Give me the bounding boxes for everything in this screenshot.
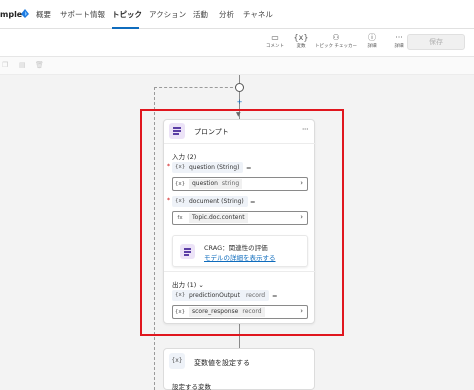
comment-button[interactable]: ▭ コメント (264, 32, 286, 49)
set-variable-title: 変数値を設定する (194, 359, 250, 367)
variables-button[interactable]: {x} 変数 (290, 32, 312, 49)
save-button[interactable]: 保存 (407, 34, 465, 50)
app-logo-icon (21, 9, 29, 18)
tab-channels[interactable]: チャネル (243, 9, 273, 20)
paste-icon[interactable]: ▤ (19, 61, 27, 70)
canvas-toolbar: ❐ ▤ 🗑 (0, 57, 474, 75)
delete-icon[interactable]: 🗑 (35, 61, 44, 70)
highlight-box (140, 109, 344, 336)
variable-icon: {x} (293, 33, 309, 42)
tab-topics[interactable]: トピック (112, 9, 142, 20)
variable-to-set-label: 設定する変数 (172, 383, 211, 390)
flow-connector (239, 75, 240, 83)
tab-overview[interactable]: 概要 (36, 9, 51, 20)
tab-activity[interactable]: 活動 (193, 9, 208, 20)
more-button[interactable]: ··· 詳細 (389, 32, 409, 49)
topic-checker-button[interactable]: ⚇ トピック チェッカー (313, 32, 359, 49)
variable-icon: {x} (169, 353, 185, 369)
tab-knowledge[interactable]: サポート情報 (60, 9, 105, 20)
connector-node[interactable] (235, 83, 244, 92)
set-variable-node[interactable]: {x} 変数値を設定する 設定する変数 (163, 348, 315, 390)
top-nav-bar: mple 概要 サポート情報 トピック アクション 活動 分析 チャネル (0, 0, 474, 29)
branch-connector (154, 87, 238, 88)
info-icon: ⓘ (368, 33, 376, 42)
checker-icon: ⚇ (332, 33, 340, 42)
details-button[interactable]: ⓘ 詳細 (362, 32, 382, 49)
app-name[interactable]: mple (0, 10, 22, 19)
tab-analytics[interactable]: 分析 (219, 9, 234, 20)
more-icon: ··· (395, 33, 403, 42)
comment-icon: ▭ (271, 33, 279, 42)
copy-icon[interactable]: ❐ (2, 61, 10, 70)
add-node-icon[interactable]: + (236, 99, 243, 106)
topic-toolbar: ▭ コメント {x} 変数 ⚇ トピック チェッカー ⓘ 詳細 ··· 詳細 (0, 29, 474, 57)
tab-actions[interactable]: アクション (149, 9, 186, 20)
